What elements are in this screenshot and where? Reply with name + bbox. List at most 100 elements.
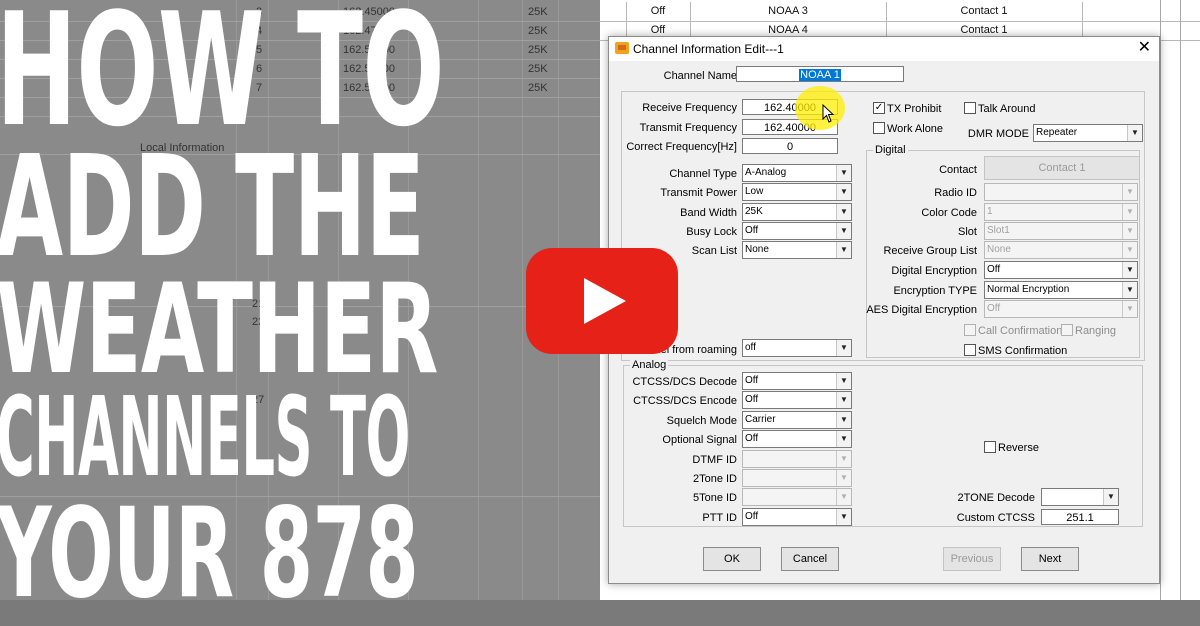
chevron-down-icon: ▼ — [1122, 242, 1137, 258]
correct-frequency-input[interactable]: 0 — [742, 138, 838, 154]
thumbnail-title-line-4: CHANNELS TO — [0, 373, 410, 501]
ranging-label: Ranging — [1075, 325, 1116, 337]
transmit-power-label: Transmit Power — [660, 187, 737, 199]
channel-information-dialog: Channel Information Edit---1 ✕ Channel N… — [608, 36, 1160, 584]
chevron-down-icon: ▼ — [1122, 184, 1137, 200]
chevron-down-icon: ▼ — [836, 509, 851, 525]
band-width-select[interactable]: 25K ▼ — [742, 203, 852, 221]
transmit-power-select[interactable]: Low ▼ — [742, 183, 852, 201]
band-width-label: Band Width — [680, 207, 737, 219]
cursor-highlight — [795, 86, 845, 130]
reverse-label: Reverse — [998, 442, 1039, 454]
ctcss-decode-label: CTCSS/DCS Decode — [632, 376, 737, 388]
chevron-down-icon: ▼ — [1122, 223, 1137, 239]
thumbnail-title-line-5: YOUR 878 — [0, 482, 419, 626]
tx-prohibit-label: TX Prohibit — [887, 103, 942, 115]
5tone-id-select[interactable]: ▼ — [742, 488, 852, 506]
cancel-button[interactable]: Cancel — [781, 547, 839, 571]
chevron-down-icon: ▼ — [836, 184, 851, 200]
chevron-down-icon: ▼ — [1127, 125, 1142, 141]
contact-label: Contact — [939, 164, 977, 176]
digital-encryption-label: Digital Encryption — [891, 265, 977, 277]
talk-around-checkbox[interactable] — [964, 102, 976, 114]
transmit-frequency-label: Transmit Frequency — [639, 122, 737, 134]
color-code-select[interactable]: 1 ▼ — [984, 203, 1138, 221]
chevron-down-icon: ▼ — [1122, 204, 1137, 220]
channel-type-label: Channel Type — [669, 168, 737, 180]
sms-confirmation-checkbox[interactable] — [964, 344, 976, 356]
chevron-down-icon: ▼ — [836, 223, 851, 239]
dmr-mode-label: DMR MODE — [967, 128, 1029, 140]
busy-lock-select[interactable]: Off ▼ — [742, 222, 852, 240]
talk-around-label: Talk Around — [978, 103, 1036, 115]
tx-prohibit-checkbox[interactable]: ✓ — [873, 102, 885, 114]
encryption-type-label: Encryption TYPE — [893, 285, 977, 297]
close-icon[interactable]: ✕ — [1138, 39, 1151, 57]
dtmf-id-select[interactable]: ▼ — [742, 450, 852, 468]
chevron-down-icon: ▼ — [836, 431, 851, 447]
ok-button[interactable]: OK — [703, 547, 761, 571]
slot-select[interactable]: Slot1 ▼ — [984, 222, 1138, 240]
ptt-id-select[interactable]: Off ▼ — [742, 508, 852, 526]
custom-ctcss-input[interactable]: 251.1 — [1041, 509, 1119, 525]
aes-digital-encryption-label: AES Digital Encryption — [866, 304, 977, 316]
color-code-label: Color Code — [921, 207, 977, 219]
scan-list-label: Scan List — [691, 245, 737, 257]
ctcss-decode-select[interactable]: Off ▼ — [742, 372, 852, 390]
chevron-down-icon: ▼ — [836, 412, 851, 428]
2tone-decode-select[interactable]: ▼ — [1041, 488, 1119, 506]
2tone-id-select[interactable]: ▼ — [742, 469, 852, 487]
receive-frequency-label: Receive Frequency — [642, 102, 737, 114]
mouse-cursor-icon — [822, 104, 835, 123]
aes-digital-encryption-select[interactable]: Off ▼ — [984, 300, 1138, 318]
channel-name-label: Channel Name — [663, 70, 737, 82]
optional-signal-select[interactable]: Off ▼ — [742, 430, 852, 448]
next-button[interactable]: Next — [1021, 547, 1079, 571]
chevron-down-icon: ▼ — [1122, 282, 1137, 298]
receive-group-list-select[interactable]: None ▼ — [984, 241, 1138, 259]
chevron-down-icon: ▼ — [836, 165, 851, 181]
roaming-select[interactable]: off ▼ — [742, 339, 852, 357]
chevron-down-icon: ▼ — [836, 470, 851, 486]
5tone-id-label: 5Tone ID — [692, 492, 737, 504]
ctcss-encode-label: CTCSS/DCS Encode — [633, 395, 737, 407]
custom-ctcss-label: Custom CTCSS — [956, 512, 1035, 524]
previous-button[interactable]: Previous — [943, 547, 1001, 571]
digital-encryption-select[interactable]: Off ▼ — [984, 261, 1138, 279]
app-icon — [615, 42, 629, 54]
chevron-down-icon: ▼ — [836, 489, 851, 505]
chevron-down-icon: ▼ — [1103, 489, 1118, 505]
slot-label: Slot — [958, 226, 977, 238]
dialog-title: Channel Information Edit---1 — [633, 42, 784, 56]
radio-id-select[interactable]: ▼ — [984, 183, 1138, 201]
correct-frequency-label: Correct Frequency[Hz] — [626, 141, 737, 153]
ptt-id-label: PTT ID — [702, 512, 737, 524]
call-confirmation-checkbox[interactable] — [964, 324, 976, 336]
work-alone-checkbox[interactable] — [873, 122, 885, 134]
work-alone-label: Work Alone — [887, 123, 944, 135]
contact-button[interactable]: Contact 1 — [984, 156, 1140, 180]
reverse-checkbox[interactable] — [984, 441, 996, 453]
analog-group-title: Analog — [630, 359, 669, 371]
chevron-down-icon: ▼ — [836, 392, 851, 408]
chevron-down-icon: ▼ — [1122, 301, 1137, 317]
chevron-down-icon: ▼ — [836, 242, 851, 258]
optional-signal-label: Optional Signal — [662, 434, 737, 446]
chevron-down-icon: ▼ — [836, 204, 851, 220]
scan-list-select[interactable]: None ▼ — [742, 241, 852, 259]
play-icon — [584, 278, 626, 324]
radio-id-label: Radio ID — [934, 187, 977, 199]
ctcss-encode-select[interactable]: Off ▼ — [742, 391, 852, 409]
digital-group-title: Digital — [873, 144, 908, 156]
chevron-down-icon: ▼ — [836, 340, 851, 356]
ranging-checkbox[interactable] — [1061, 324, 1073, 336]
encryption-type-select[interactable]: Normal Encryption ▼ — [984, 281, 1138, 299]
squelch-mode-select[interactable]: Carrier ▼ — [742, 411, 852, 429]
busy-lock-label: Busy Lock — [686, 226, 737, 238]
play-button[interactable] — [526, 248, 678, 354]
channel-name-input[interactable]: NOAA 1 — [736, 66, 904, 82]
call-confirmation-label: Call Confirmation — [978, 325, 1063, 337]
channel-type-select[interactable]: A-Analog ▼ — [742, 164, 852, 182]
dmr-mode-select[interactable]: Repeater ▼ — [1033, 124, 1143, 142]
dialog-titlebar: Channel Information Edit---1 ✕ — [609, 37, 1159, 61]
